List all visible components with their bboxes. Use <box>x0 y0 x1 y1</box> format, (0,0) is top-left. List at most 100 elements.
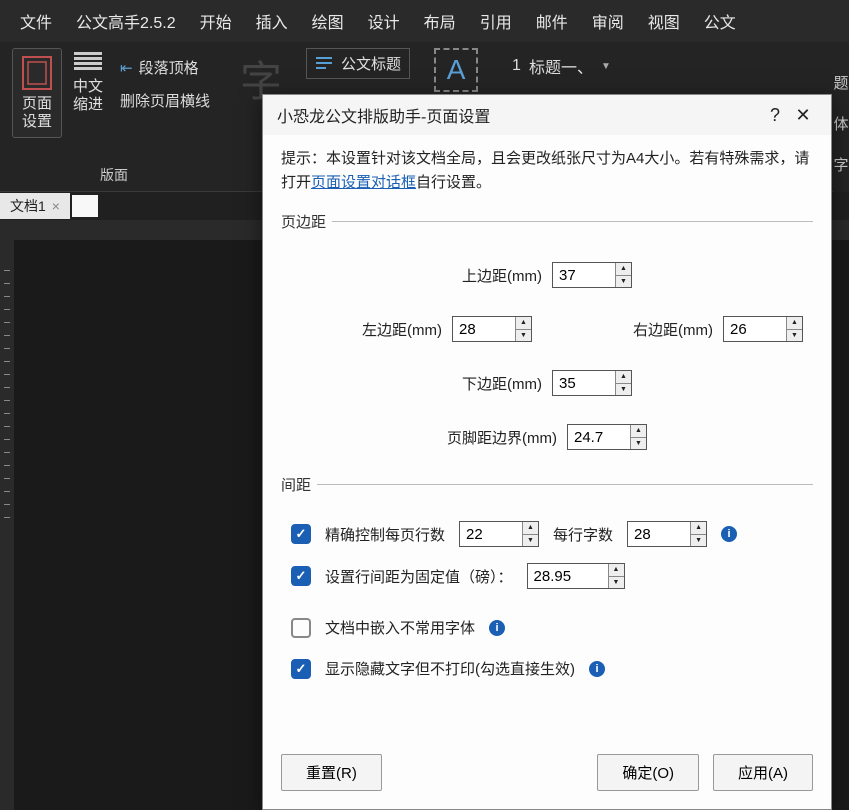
spin-up-icon[interactable]: ▲ <box>523 522 538 535</box>
footer-margin-input[interactable]: ▲▼ <box>567 424 647 450</box>
menu-gongwen[interactable]: 公文 <box>692 0 748 42</box>
menu-insert[interactable]: 插入 <box>244 0 300 42</box>
spin-down-icon[interactable]: ▼ <box>616 384 631 396</box>
bottom-margin-input[interactable]: ▲▼ <box>552 370 632 396</box>
spacing-fieldset: 间距 精确控制每页行数 ▲▼ 每行字数 ▲▼ i 设置行间距为固定值（磅）： ▲… <box>281 474 813 597</box>
top-margin-input[interactable]: ▲▼ <box>552 262 632 288</box>
spin-up-icon[interactable]: ▲ <box>516 317 531 330</box>
top-margin-label: 上边距(mm) <box>462 265 542 286</box>
menu-draw[interactable]: 绘图 <box>300 0 356 42</box>
cut-text-1: 题 <box>833 72 848 93</box>
para-top-button[interactable]: ⇤ 段落顶格 <box>114 54 216 81</box>
hint-suffix: 自行设置。 <box>416 174 491 191</box>
lines-icon[interactable] <box>70 48 106 74</box>
spin-up-icon[interactable]: ▲ <box>787 317 802 330</box>
vertical-ruler[interactable] <box>0 240 14 810</box>
spin-down-icon[interactable]: ▼ <box>523 535 538 547</box>
list-icon <box>315 55 333 73</box>
delete-header-line-button[interactable]: 删除页眉横线 <box>114 87 216 114</box>
spin-up-icon[interactable]: ▲ <box>631 425 646 438</box>
dialog-body: 提示：本设置针对该文档全局，且会更改纸张尺寸为A4大小。若有特殊需求，请打开页面… <box>263 135 831 740</box>
page-setup-label: 页面 设置 <box>22 95 52 131</box>
page-setup-link[interactable]: 页面设置对话框 <box>311 174 416 191</box>
arrow-left-icon: ⇤ <box>120 59 133 77</box>
right-margin-label: 右边距(mm) <box>633 319 713 340</box>
reset-button[interactable]: 重置(R) <box>281 754 382 791</box>
spin-up-icon[interactable]: ▲ <box>691 522 706 535</box>
cut-text-3: 字 <box>833 154 848 175</box>
info-icon[interactable]: i <box>721 526 737 542</box>
menu-file[interactable]: 文件 <box>8 0 64 42</box>
embed-fonts-checkbox[interactable] <box>291 618 311 638</box>
page-setup-dialog: 小恐龙公文排版助手-页面设置 ? ✕ 提示：本设置针对该文档全局，且会更改纸张尺… <box>262 94 832 810</box>
spin-up-icon[interactable]: ▲ <box>616 263 631 276</box>
embed-fonts-label: 文档中嵌入不常用字体 <box>325 617 475 638</box>
ribbon-group-layout: 页面 设置 中文 缩进 ⇤ 段落顶格 删除页眉横线 版面 <box>0 42 228 191</box>
lines-per-page-label: 精确控制每页行数 <box>325 524 445 545</box>
menu-mail[interactable]: 邮件 <box>524 0 580 42</box>
spin-down-icon[interactable]: ▼ <box>609 577 624 589</box>
fixed-spacing-checkbox[interactable] <box>291 566 311 586</box>
ok-button[interactable]: 确定(O) <box>597 754 699 791</box>
apply-button[interactable]: 应用(A) <box>713 754 813 791</box>
spin-down-icon[interactable]: ▼ <box>691 535 706 547</box>
spin-up-icon[interactable]: ▲ <box>609 564 624 577</box>
dialog-title-text: 小恐龙公文排版助手-页面设置 <box>277 103 761 127</box>
page-setup-icon <box>19 55 55 91</box>
close-icon[interactable]: × <box>52 198 60 214</box>
show-hidden-checkbox[interactable] <box>291 659 311 679</box>
menu-addin[interactable]: 公文高手2.5.2 <box>64 0 188 42</box>
spin-down-icon[interactable]: ▼ <box>787 330 802 342</box>
document-tab-label: 文档1 <box>10 196 46 216</box>
spin-down-icon[interactable]: ▼ <box>516 330 531 342</box>
menu-design[interactable]: 设计 <box>356 0 412 42</box>
heading1-button[interactable]: 1 标题一、 ▼ <box>502 48 621 84</box>
spin-up-icon[interactable]: ▲ <box>616 371 631 384</box>
para-top-label: 段落顶格 <box>139 57 199 78</box>
new-tab-button[interactable] <box>72 195 98 217</box>
ribbon-group-layout-label: 版面 <box>100 161 128 189</box>
document-tab[interactable]: 文档1 × <box>0 193 70 219</box>
left-margin-input[interactable]: ▲▼ <box>452 316 532 342</box>
delete-header-line-label: 删除页眉横线 <box>120 90 210 111</box>
spin-down-icon[interactable]: ▼ <box>616 276 631 288</box>
left-margin-label: 左边距(mm) <box>362 319 442 340</box>
footer-margin-label: 页脚距边界(mm) <box>447 427 557 448</box>
dialog-titlebar[interactable]: 小恐龙公文排版助手-页面设置 ? ✕ <box>263 95 831 135</box>
menu-view[interactable]: 视图 <box>636 0 692 42</box>
show-hidden-label: 显示隐藏文字但不打印(勾选直接生效) <box>325 658 575 679</box>
cn-indent-label[interactable]: 中文 缩进 <box>73 78 103 114</box>
chars-per-line-input[interactable]: ▲▼ <box>627 521 707 547</box>
close-button[interactable]: ✕ <box>789 105 817 126</box>
heading1-num: 1 <box>512 57 521 75</box>
bottom-margin-label: 下边距(mm) <box>462 373 542 394</box>
info-icon[interactable]: i <box>589 661 605 677</box>
menu-bar: 文件 公文高手2.5.2 开始 插入 绘图 设计 布局 引用 邮件 审阅 视图 … <box>0 0 849 42</box>
spacing-legend: 间距 <box>281 474 317 495</box>
lines-per-page-input[interactable]: ▲▼ <box>459 521 539 547</box>
menu-start[interactable]: 开始 <box>188 0 244 42</box>
letter-box-icon[interactable]: A <box>434 48 478 92</box>
hint-text: 提示：本设置针对该文档全局，且会更改纸张尺寸为A4大小。若有特殊需求，请打开页面… <box>281 147 813 195</box>
right-cutoff-column: 题 体 字 <box>833 42 849 192</box>
chars-per-line-label: 每行字数 <box>553 524 613 545</box>
fixed-spacing-label: 设置行间距为固定值（磅）： <box>325 566 513 587</box>
right-margin-input[interactable]: ▲▼ <box>723 316 803 342</box>
cut-text-2: 体 <box>833 113 848 134</box>
lines-per-page-checkbox[interactable] <box>291 524 311 544</box>
chevron-down-icon: ▼ <box>601 61 611 72</box>
options-block: 文档中嵌入不常用字体 i 显示隐藏文字但不打印(勾选直接生效) i <box>281 597 813 699</box>
spin-down-icon[interactable]: ▼ <box>631 438 646 450</box>
margins-fieldset: 页边距 上边距(mm) ▲▼ 左边距(mm) ▲▼ 右边距(mm) ▲▼ 下边距… <box>281 211 813 458</box>
menu-reference[interactable]: 引用 <box>468 0 524 42</box>
info-icon[interactable]: i <box>489 620 505 636</box>
menu-review[interactable]: 审阅 <box>580 0 636 42</box>
doc-title-label: 公文标题 <box>341 53 401 74</box>
menu-layout[interactable]: 布局 <box>412 0 468 42</box>
page-setup-button[interactable]: 页面 设置 <box>12 48 62 138</box>
margins-legend: 页边距 <box>281 211 332 232</box>
help-button[interactable]: ? <box>761 105 789 126</box>
doc-title-button[interactable]: 公文标题 <box>306 48 410 79</box>
heading1-label: 标题一、 <box>529 54 593 78</box>
fixed-spacing-input[interactable]: ▲▼ <box>527 563 625 589</box>
